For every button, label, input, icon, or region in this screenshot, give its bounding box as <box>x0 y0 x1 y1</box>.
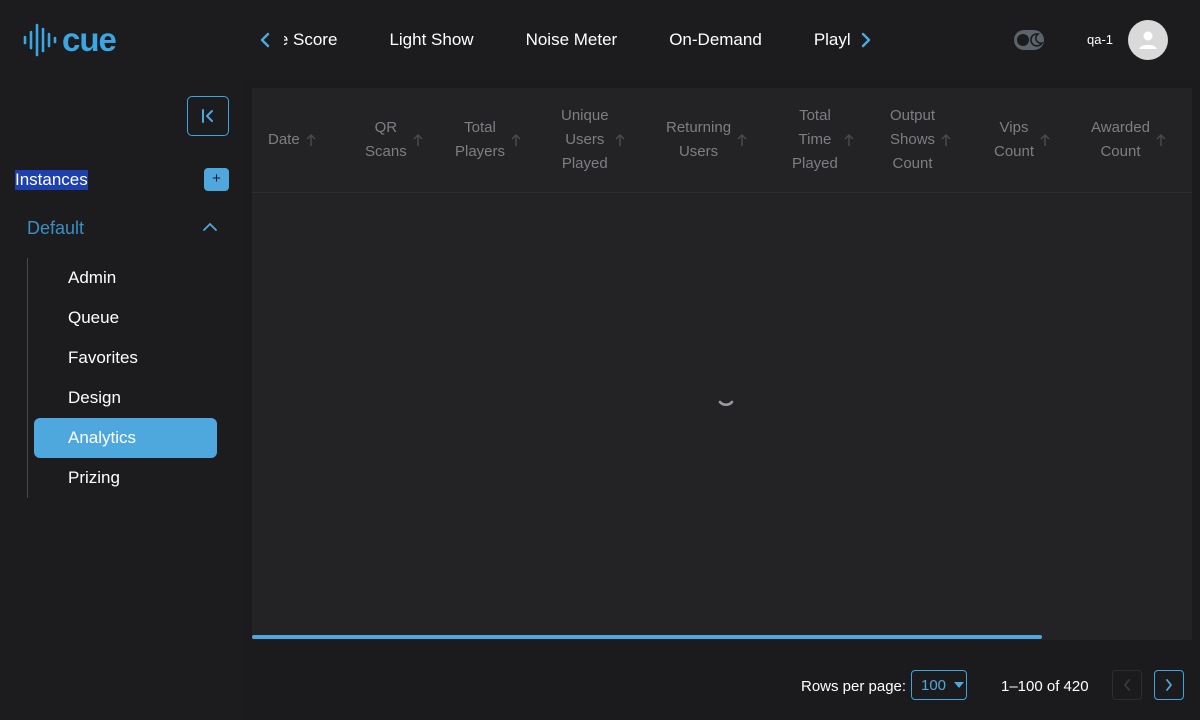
column-label: Date <box>268 131 300 148</box>
sidebar-item-design[interactable]: Design <box>34 378 217 418</box>
previous-page-button[interactable] <box>1112 670 1142 700</box>
collapse-sidebar-button[interactable] <box>187 96 229 136</box>
nav-tabs: Game Score Light Show Noise Meter On-Dem… <box>284 20 850 60</box>
chevron-right-icon <box>861 32 871 48</box>
tree-line <box>27 258 28 498</box>
chevron-left-icon <box>1124 679 1130 691</box>
sidebar-item-admin[interactable]: Admin <box>34 258 217 298</box>
column-total-time-played[interactable]: Total Time Played <box>792 88 854 192</box>
rows-per-page-label: Rows per page: <box>801 678 907 695</box>
column-label: Total Time Played <box>792 107 838 172</box>
sort-arrow-icon <box>615 133 625 146</box>
sort-arrow-icon <box>306 133 316 146</box>
sidebar: Instances + Default Admin Queue Favorite… <box>0 80 244 720</box>
logo-text: cue <box>62 21 117 58</box>
column-awarded-count[interactable]: Awarded Count <box>1091 88 1166 192</box>
theme-toggle[interactable] <box>1014 30 1044 50</box>
top-bar: cue Game Score Light Show Noise Meter On… <box>0 0 1200 80</box>
analytics-table: Date QR Scans Total Players Unique Users Pla… <box>252 88 1192 640</box>
column-label: Total Players <box>455 119 506 160</box>
app-logo[interactable]: cue <box>22 21 117 58</box>
table-header: Date QR Scans Total Players Unique Users Pla… <box>252 88 1192 193</box>
rows-per-page-select[interactable]: 100 <box>911 670 967 700</box>
tab-game-score[interactable]: Game Score <box>284 20 337 60</box>
instances-label: Instances <box>15 170 88 190</box>
column-label: Vips Count <box>994 119 1035 160</box>
next-page-button[interactable] <box>1154 670 1184 700</box>
collapse-left-icon <box>202 109 213 123</box>
tab-on-demand[interactable]: On-Demand <box>669 20 762 60</box>
nav-next-button[interactable] <box>855 28 877 52</box>
column-output-shows-count[interactable]: Output Shows Count <box>890 88 951 192</box>
sort-arrow-icon <box>844 133 854 146</box>
sort-arrow-icon <box>1156 133 1166 146</box>
person-icon <box>1139 31 1157 49</box>
caret-down-icon <box>954 682 965 688</box>
column-qr-scans[interactable]: QR Scans <box>365 88 423 192</box>
moon-icon <box>1030 33 1044 47</box>
column-label: Unique Users Played <box>561 107 609 172</box>
sort-arrow-icon <box>1040 133 1050 146</box>
tab-noise-meter[interactable]: Noise Meter <box>526 20 618 60</box>
column-unique-users-played[interactable]: Unique Users Played <box>561 88 625 192</box>
loading-spinner-icon <box>718 400 734 406</box>
sort-arrow-icon <box>413 133 423 146</box>
column-total-players[interactable]: Total Players <box>455 88 521 192</box>
sidebar-item-prizing[interactable]: Prizing <box>34 458 217 498</box>
column-label: Awarded Count <box>1091 119 1150 160</box>
sidebar-item-favorites[interactable]: Favorites <box>34 338 217 378</box>
column-label: Returning Users <box>666 119 732 160</box>
add-instance-button[interactable]: + <box>204 168 229 191</box>
sidebar-item-queue[interactable]: Queue <box>34 298 217 338</box>
chevron-up-icon[interactable] <box>202 222 218 232</box>
column-label: QR Scans <box>365 119 407 160</box>
group-default[interactable]: Default <box>27 218 84 239</box>
sidebar-item-analytics[interactable]: Analytics <box>34 418 217 458</box>
chevron-left-icon <box>260 32 270 48</box>
table-pagination: Rows per page: 100 1–100 of 420 <box>244 640 1200 720</box>
tab-light-show[interactable]: Light Show <box>389 20 473 60</box>
tab-playlists[interactable]: Playlists <box>814 20 850 60</box>
waveform-icon <box>23 23 57 57</box>
avatar[interactable] <box>1128 20 1168 60</box>
sort-arrow-icon <box>737 133 747 146</box>
column-returning-users[interactable]: Returning Users <box>666 88 747 192</box>
username: qa-1 <box>1087 32 1114 47</box>
rows-per-page-value: 100 <box>921 676 947 694</box>
chevron-right-icon <box>1166 679 1172 691</box>
sort-arrow-icon <box>511 133 521 146</box>
sort-arrow-icon <box>941 133 951 146</box>
page-range-text: 1–100 of 420 <box>1001 678 1089 695</box>
nav-prev-button[interactable] <box>254 28 276 52</box>
column-label: Output Shows Count <box>890 107 936 172</box>
column-vips-count[interactable]: Vips Count <box>994 88 1050 192</box>
horizontal-scrollbar[interactable] <box>252 635 1042 639</box>
column-date[interactable]: Date <box>268 88 316 192</box>
